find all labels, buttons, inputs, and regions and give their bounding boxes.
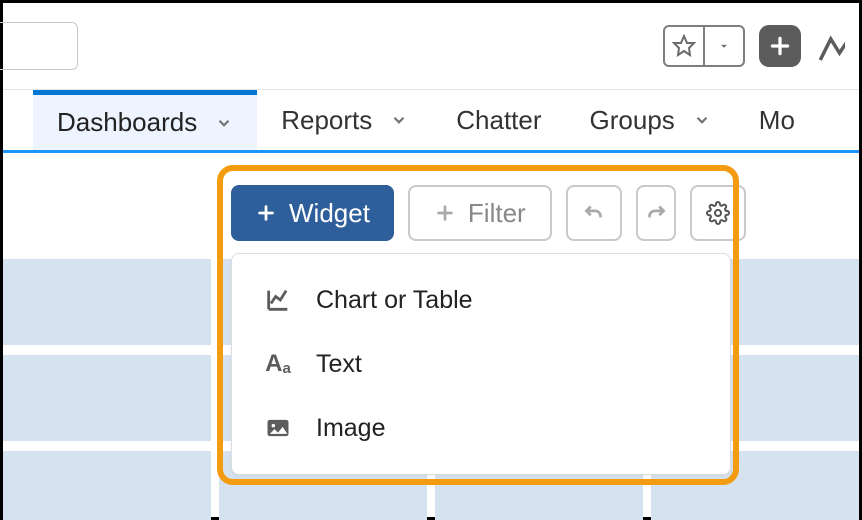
settings-button[interactable] — [690, 185, 746, 241]
add-widget-button[interactable]: Widget — [231, 185, 394, 241]
menu-item-label: Image — [316, 414, 385, 443]
plus-icon — [434, 202, 456, 224]
menu-item-text[interactable]: Aa Text — [232, 332, 730, 396]
tab-label: Dashboards — [57, 107, 197, 138]
menu-item-label: Chart or Table — [316, 286, 473, 315]
chevron-down-icon — [693, 111, 711, 129]
gear-icon — [706, 201, 730, 225]
chart-icon — [262, 284, 294, 316]
widget-placeholder[interactable] — [3, 259, 211, 345]
text-icon: Aa — [262, 348, 294, 380]
tab-label: Reports — [281, 105, 372, 136]
button-label: Filter — [468, 198, 526, 229]
undo-button[interactable] — [566, 185, 622, 241]
topbar — [3, 3, 859, 89]
widget-type-menu: Chart or Table Aa Text Image — [231, 253, 731, 475]
tab-label: Mo — [759, 105, 795, 136]
menu-item-image[interactable]: Image — [232, 396, 730, 460]
menu-item-chart-or-table[interactable]: Chart or Table — [232, 268, 730, 332]
chevron-down-icon — [390, 111, 408, 129]
topright-actions — [663, 25, 845, 67]
widget-placeholder[interactable] — [3, 355, 211, 441]
favorite-button-group — [663, 25, 745, 67]
redo-icon — [643, 200, 669, 226]
partial-icon[interactable] — [815, 25, 845, 67]
search-box-fragment[interactable] — [0, 22, 78, 70]
tab-chatter[interactable]: Chatter — [432, 90, 565, 150]
widget-placeholder[interactable] — [3, 451, 211, 520]
menu-item-label: Text — [316, 350, 362, 379]
tab-label: Groups — [590, 105, 675, 136]
add-filter-button[interactable]: Filter — [408, 185, 552, 241]
tab-reports[interactable]: Reports — [257, 90, 432, 150]
image-icon — [262, 412, 294, 444]
redo-button[interactable] — [636, 185, 676, 241]
tab-groups[interactable]: Groups — [566, 90, 735, 150]
tab-dashboards[interactable]: Dashboards — [33, 90, 257, 150]
favorite-dropdown[interactable] — [705, 27, 743, 65]
dashboard-toolbar: Widget Filter — [231, 177, 859, 249]
nav-tabs: Dashboards Reports Chatter Groups Mo — [3, 89, 859, 153]
tab-label: Chatter — [456, 105, 541, 136]
plus-icon — [255, 202, 277, 224]
button-label: Widget — [289, 198, 370, 229]
chevron-down-icon — [215, 114, 233, 132]
undo-icon — [581, 200, 607, 226]
global-add-button[interactable] — [759, 25, 801, 67]
tab-more[interactable]: Mo — [735, 90, 795, 150]
favorite-button[interactable] — [665, 27, 703, 65]
